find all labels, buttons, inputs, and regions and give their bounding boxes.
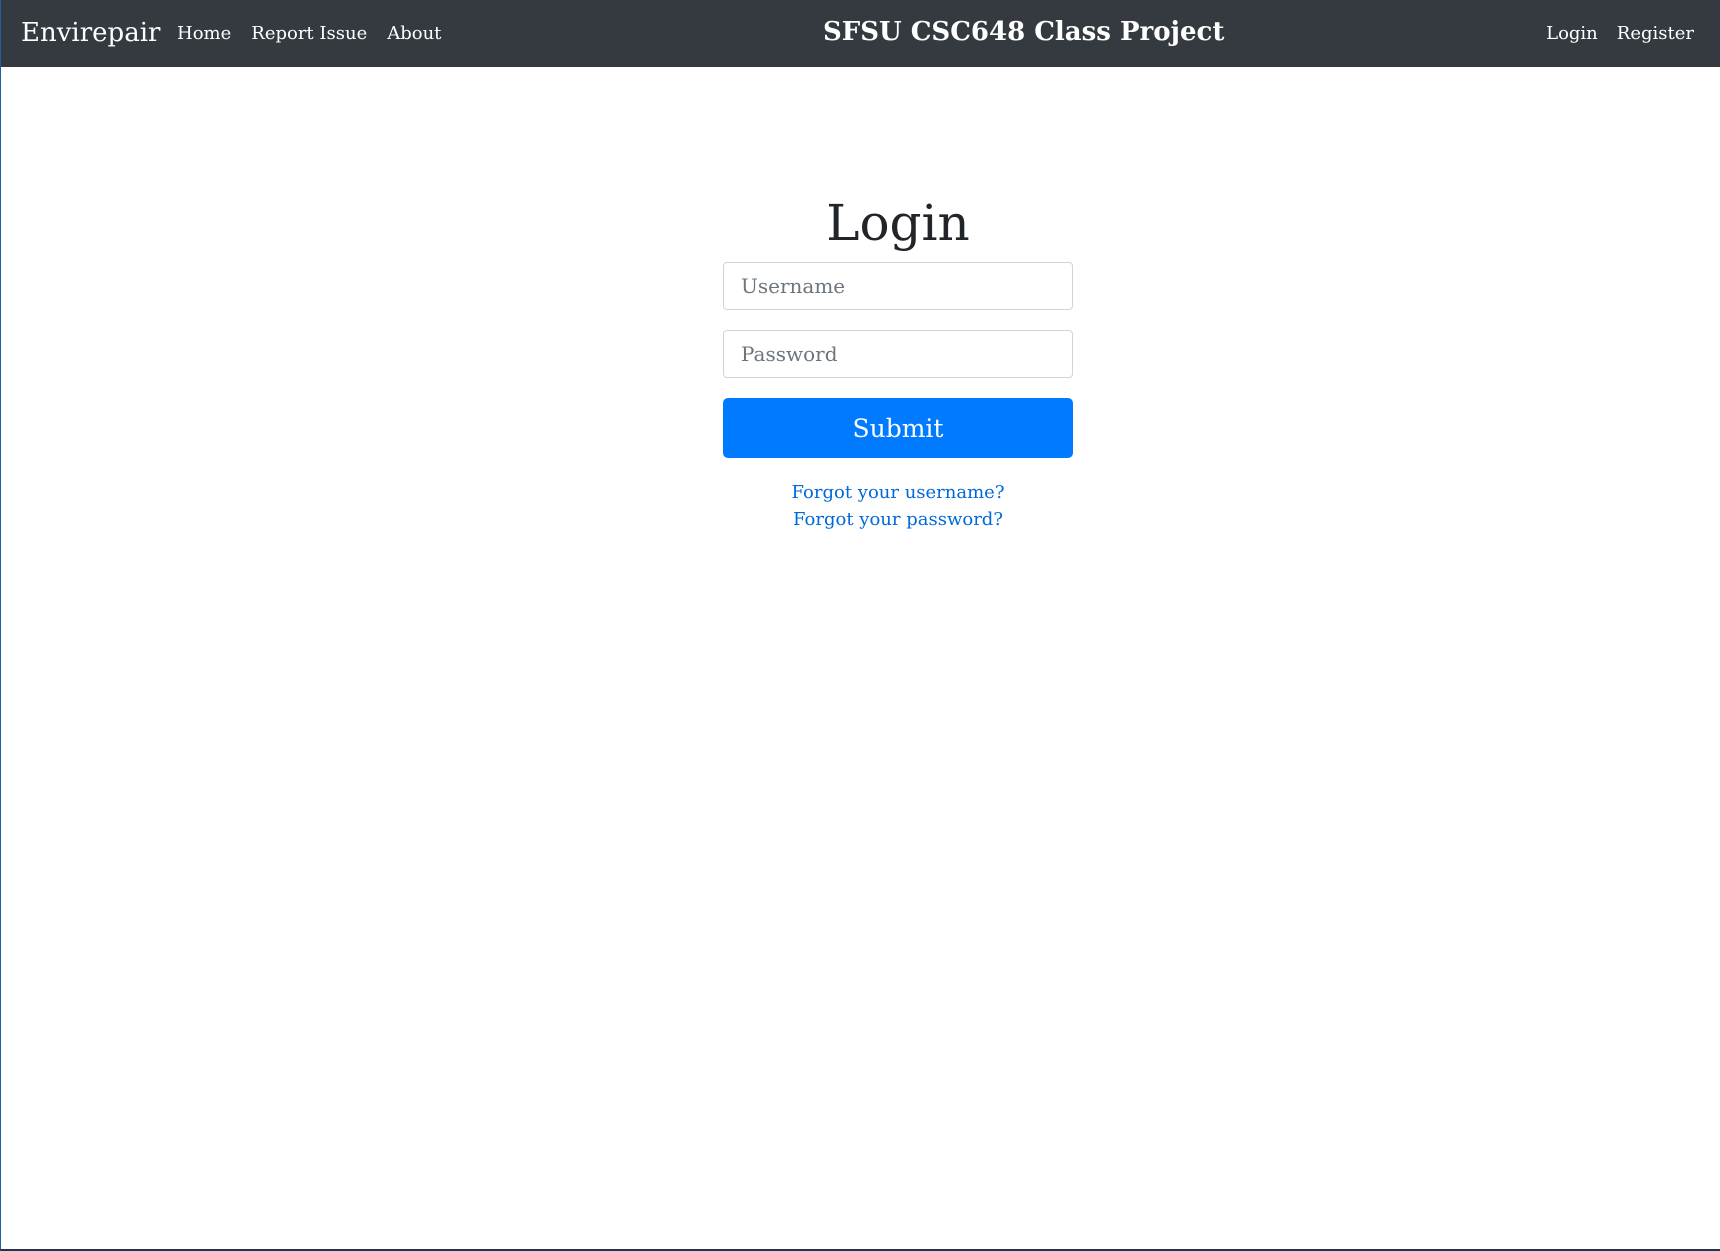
nav-link-home[interactable]: Home [177, 23, 231, 44]
login-form: Login Submit Forgot your username? Forgo… [723, 186, 1073, 533]
nav-link-login[interactable]: Login [1546, 23, 1598, 44]
page: Envirepair Home Report Issue About SFSU … [0, 0, 1720, 1251]
nav-link-report-issue[interactable]: Report Issue [251, 23, 367, 44]
submit-button[interactable]: Submit [723, 398, 1073, 458]
username-input[interactable] [723, 262, 1073, 310]
password-input[interactable] [723, 330, 1073, 378]
main-nav: Home Report Issue About [177, 0, 441, 67]
nav-link-register[interactable]: Register [1617, 23, 1694, 44]
nav-link-about[interactable]: About [387, 23, 441, 44]
forgot-links: Forgot your username? Forgot your passwo… [723, 479, 1073, 533]
forgot-username-link[interactable]: Forgot your username? [723, 479, 1073, 506]
forgot-password-link[interactable]: Forgot your password? [723, 506, 1073, 533]
brand-link[interactable]: Envirepair [21, 0, 160, 67]
top-navbar: Envirepair Home Report Issue About SFSU … [1, 0, 1720, 67]
project-title: SFSU CSC648 Class Project [823, 17, 1225, 47]
account-nav: Login Register [1546, 0, 1694, 67]
login-heading: Login [826, 194, 970, 252]
